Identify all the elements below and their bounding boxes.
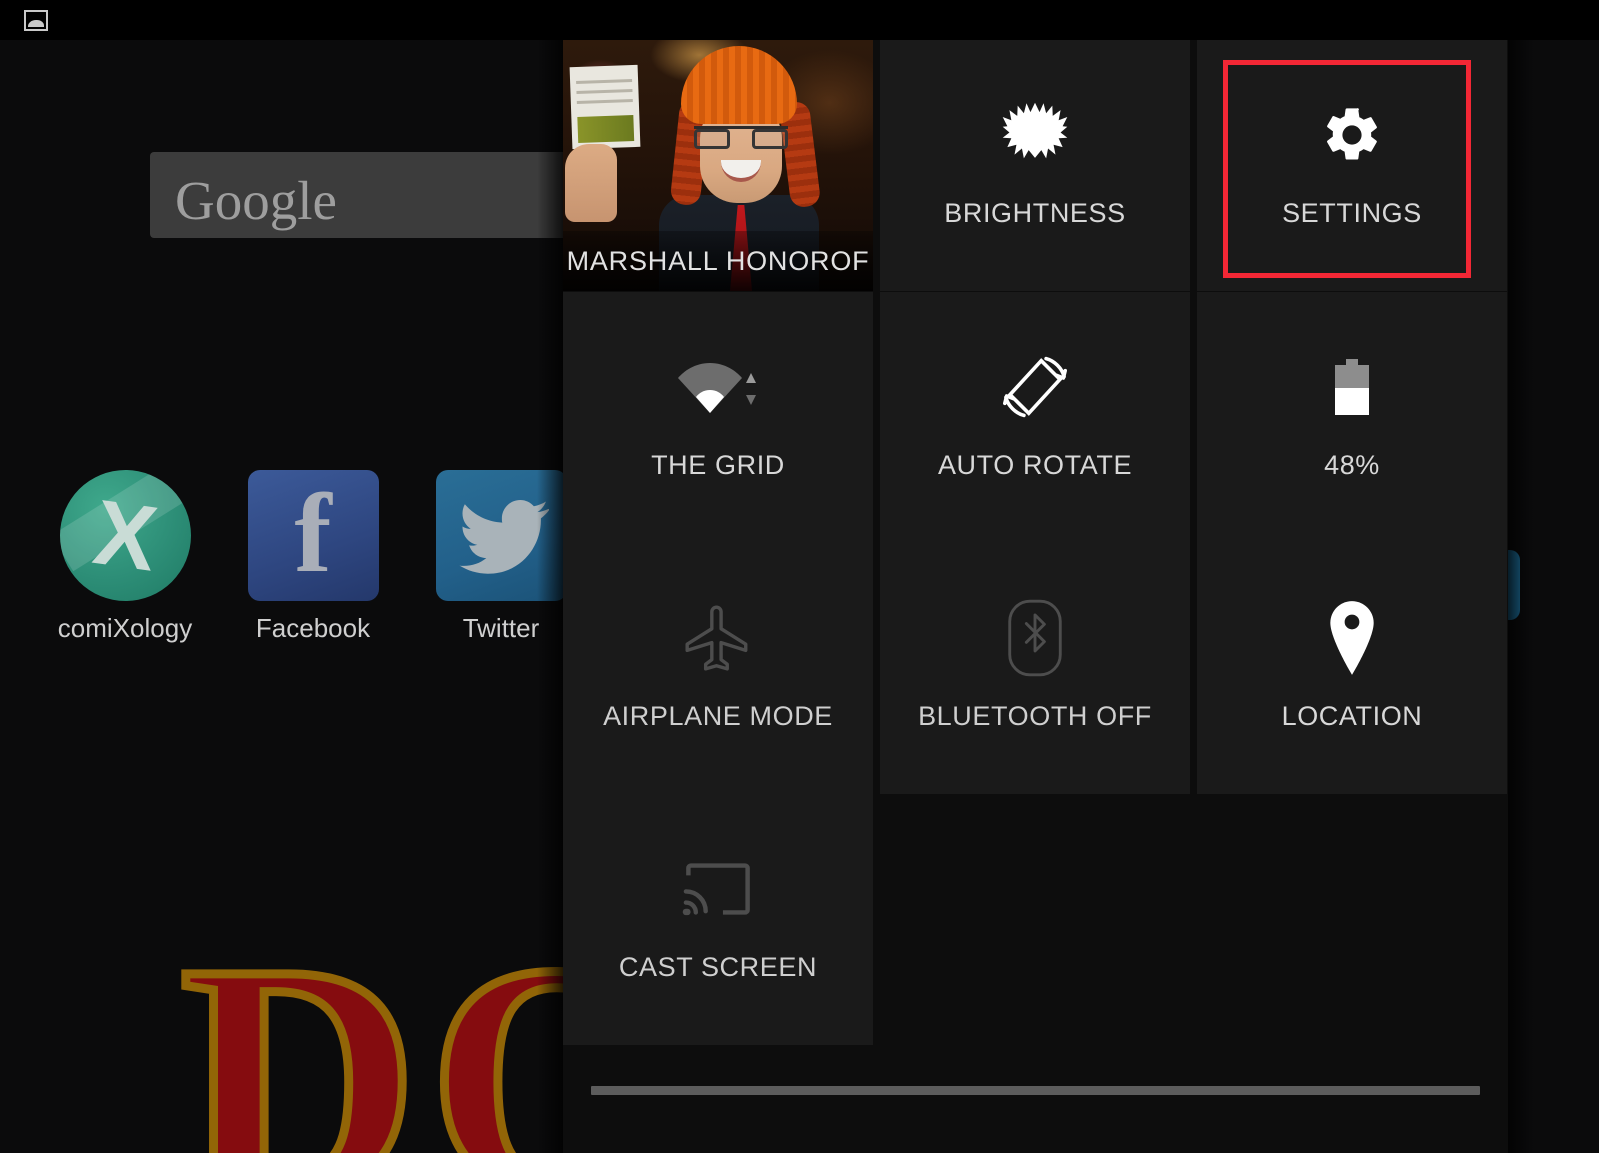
twitter-icon bbox=[435, 470, 567, 601]
airplane-icon bbox=[563, 595, 873, 681]
tile-location[interactable]: LOCATION bbox=[1197, 543, 1507, 794]
comixology-icon bbox=[59, 470, 191, 601]
tile-battery[interactable]: 48% bbox=[1197, 292, 1507, 543]
bluetooth-icon bbox=[880, 595, 1190, 681]
tile-cast-screen[interactable]: CAST SCREEN bbox=[563, 794, 873, 1045]
tile-label: CAST SCREEN bbox=[618, 952, 818, 982]
tile-label: BLUETOOTH OFF bbox=[918, 701, 1152, 731]
google-logo-text: Google bbox=[175, 170, 337, 231]
gear-icon bbox=[1197, 92, 1507, 178]
photo-hand bbox=[565, 144, 617, 222]
battery-icon bbox=[1197, 344, 1507, 430]
tile-settings[interactable]: SETTINGS bbox=[1197, 40, 1507, 291]
panel-drag-handle[interactable] bbox=[591, 1086, 1480, 1095]
tile-label: AIRPLANE MODE bbox=[603, 701, 833, 731]
photo-glasses bbox=[694, 126, 788, 151]
screenshot-image-icon bbox=[24, 10, 48, 31]
wifi-icon bbox=[563, 344, 873, 430]
app-icon-facebook[interactable]: Facebook bbox=[218, 470, 408, 644]
tile-the-grid[interactable]: THE GRID bbox=[563, 292, 873, 543]
google-search-widget[interactable]: Google bbox=[150, 152, 630, 238]
tile-label: BRIGHTNESS bbox=[944, 198, 1126, 228]
tile-user-profile[interactable]: MARSHALL HONOROF bbox=[563, 40, 873, 291]
brightness-sun-icon bbox=[880, 92, 1190, 178]
quick-settings-panel: MARSHALL HONOROF BRIGHTNESS SETTINGS THE… bbox=[563, 40, 1508, 1153]
tile-label: 48% bbox=[1324, 450, 1380, 480]
app-label: comiXology bbox=[57, 613, 193, 643]
tile-airplane-mode[interactable]: AIRPLANE MODE bbox=[563, 543, 873, 794]
app-icon-comixology[interactable]: comiXology bbox=[30, 470, 220, 644]
android-screen: DO Google comiXology Facebook Twitter NE… bbox=[0, 0, 1599, 1153]
screen-rotate-icon bbox=[880, 344, 1190, 430]
cast-screen-icon bbox=[563, 846, 873, 932]
tile-label: SETTINGS bbox=[1282, 198, 1422, 228]
photo-knit-hat bbox=[681, 46, 797, 124]
tile-label: LOCATION bbox=[1281, 701, 1423, 731]
user-name-label: MARSHALL HONOROF bbox=[566, 246, 870, 276]
tile-bluetooth[interactable]: BLUETOOTH OFF bbox=[880, 543, 1190, 794]
status-bar bbox=[0, 0, 1599, 40]
tile-label: AUTO ROTATE bbox=[937, 450, 1133, 480]
facebook-icon bbox=[247, 470, 379, 601]
app-label: Facebook bbox=[255, 613, 371, 643]
tile-auto-rotate[interactable]: AUTO ROTATE bbox=[880, 292, 1190, 543]
tile-brightness[interactable]: BRIGHTNESS bbox=[880, 40, 1190, 291]
photo-card-prop bbox=[569, 64, 641, 150]
location-pin-icon bbox=[1197, 595, 1507, 681]
tile-label: THE GRID bbox=[651, 450, 785, 480]
twitter-bird-glyph bbox=[458, 500, 549, 574]
